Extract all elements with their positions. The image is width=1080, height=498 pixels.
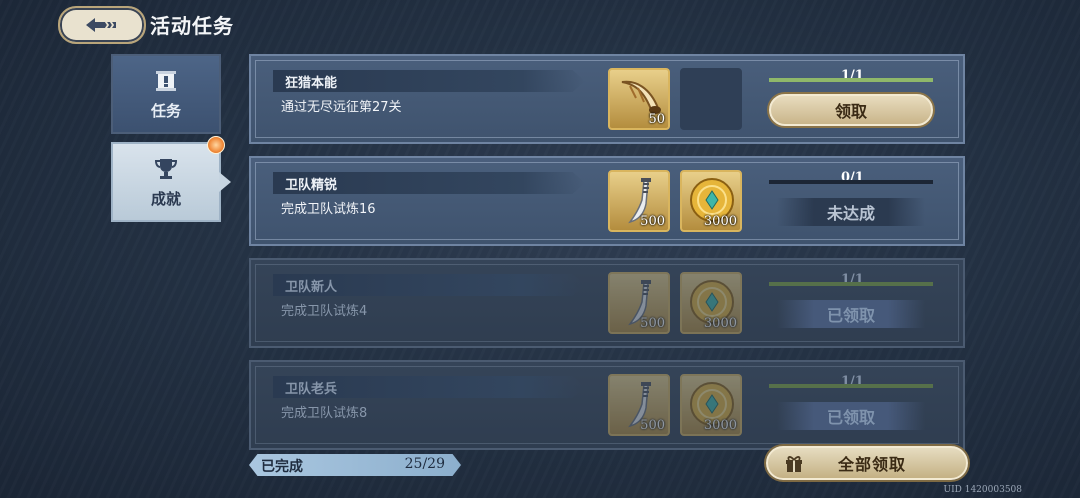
task-description: 完成卫队试炼4 bbox=[281, 304, 368, 319]
tab-task[interactable]: 任务 bbox=[111, 54, 221, 134]
task-card: 卫队新人 完成卫队试炼4 500 3000 1/1 已领取 bbox=[249, 258, 965, 348]
task-card: 狂猎本能 通过无尽远征第27关 50 1/1 领取 bbox=[249, 54, 965, 144]
task-description: 完成卫队试炼8 bbox=[281, 406, 368, 421]
trophy-icon bbox=[154, 158, 178, 179]
reward-slot[interactable]: 500 bbox=[608, 374, 670, 436]
completed-label: 已完成 bbox=[261, 459, 303, 475]
progress-bar bbox=[769, 384, 933, 388]
reward-slot[interactable]: 3000 bbox=[680, 170, 742, 232]
task-description: 完成卫队试炼16 bbox=[281, 202, 376, 217]
reward-quantity: 500 bbox=[640, 214, 665, 229]
tab-task-label: 任务 bbox=[150, 101, 181, 120]
reward-quantity: 3000 bbox=[703, 418, 737, 433]
task-name: 卫队新人 bbox=[285, 280, 338, 295]
reward-slot[interactable]: 3000 bbox=[680, 374, 742, 436]
task-card: 卫队精锐 完成卫队试炼16 500 3000 0/1 未达成 bbox=[249, 156, 965, 246]
status-label: 已领取 bbox=[777, 300, 925, 328]
back-arrow-icon bbox=[86, 18, 116, 32]
progress-bar bbox=[769, 78, 933, 82]
page-title: 活动任务 bbox=[150, 14, 234, 38]
tab-achievement-label: 成就 bbox=[150, 189, 181, 208]
reward-slot[interactable]: 500 bbox=[608, 170, 670, 232]
notification-badge bbox=[207, 136, 225, 154]
progress-bar bbox=[769, 282, 933, 286]
completed-counter: 已完成 25/29 bbox=[249, 454, 461, 476]
reward-slot[interactable]: 500 bbox=[608, 272, 670, 334]
reward-quantity: 500 bbox=[640, 316, 665, 331]
reward-quantity: 500 bbox=[640, 418, 665, 433]
reward-slot[interactable]: 50 bbox=[608, 68, 670, 130]
back-button[interactable] bbox=[58, 6, 146, 44]
task-name: 狂猎本能 bbox=[285, 76, 338, 91]
gift-icon bbox=[786, 456, 802, 472]
status-label: 未达成 bbox=[777, 198, 925, 226]
scroll-icon bbox=[156, 70, 176, 91]
task-card: 卫队老兵 完成卫队试炼8 500 3000 1/1 已领取 bbox=[249, 360, 965, 450]
claim-all-button[interactable]: 全部领取 bbox=[766, 446, 968, 480]
claim-all-label: 全部领取 bbox=[838, 455, 907, 474]
claim-button[interactable]: 领取 bbox=[769, 94, 933, 126]
task-name: 卫队精锐 bbox=[285, 178, 338, 193]
task-name: 卫队老兵 bbox=[285, 382, 338, 397]
reward-slot-empty bbox=[680, 68, 742, 130]
completed-count: 25/29 bbox=[404, 456, 445, 472]
reward-quantity: 3000 bbox=[703, 316, 737, 331]
user-id: UID 1420003508 bbox=[943, 485, 1022, 495]
reward-slot[interactable]: 3000 bbox=[680, 272, 742, 334]
progress-bar bbox=[769, 180, 933, 184]
tab-achievement[interactable]: 成就 bbox=[111, 136, 231, 222]
reward-quantity: 50 bbox=[648, 112, 665, 127]
task-description: 通过无尽远征第27关 bbox=[281, 100, 402, 115]
reward-quantity: 3000 bbox=[703, 214, 737, 229]
status-label: 已领取 bbox=[777, 402, 925, 430]
